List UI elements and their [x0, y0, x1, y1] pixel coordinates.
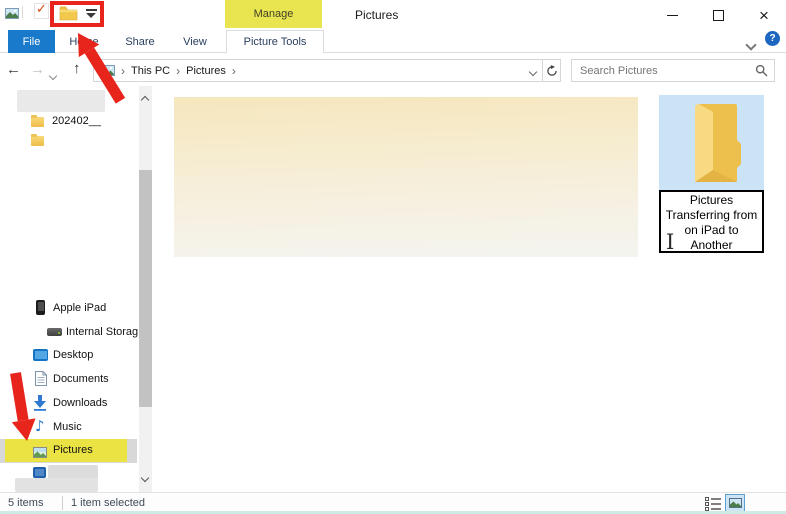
- search-box[interactable]: [571, 59, 775, 82]
- sidebar-item-downloads[interactable]: Downloads: [0, 392, 155, 416]
- folder-name-line: Pictures: [661, 193, 762, 208]
- redacted-region: [15, 478, 98, 492]
- tablet-icon: [36, 300, 45, 315]
- scroll-down-icon[interactable]: [142, 468, 148, 486]
- redacted-region: [17, 90, 105, 112]
- maximize-button[interactable]: [702, 0, 734, 30]
- scroll-up-icon[interactable]: [142, 90, 148, 108]
- folder-item-tile[interactable]: [659, 95, 764, 190]
- sidebar-item-label: Apple iPad: [53, 302, 106, 314]
- large-folder-icon: [683, 100, 741, 191]
- folder-icon: [31, 117, 44, 127]
- close-button[interactable]: ×: [748, 0, 780, 30]
- sidebar-item-music[interactable]: ♪ Music: [0, 416, 155, 440]
- selection-status: 1 item selected: [71, 497, 145, 509]
- search-icon: [755, 64, 768, 77]
- up-button[interactable]: ↑: [73, 60, 81, 77]
- help-icon: ?: [769, 33, 775, 44]
- breadcrumb-this-pc[interactable]: This PC: [131, 65, 170, 77]
- tab-home[interactable]: Home: [62, 30, 106, 53]
- scrollbar-thumb[interactable]: [139, 170, 152, 407]
- sidebar-item-label: Pictures: [53, 444, 93, 456]
- sidebar-item-pictures[interactable]: Pictures: [0, 439, 137, 463]
- back-button[interactable]: ←: [6, 61, 21, 78]
- check-glyph: ✓: [36, 2, 47, 17]
- redacted-region: [13, 140, 137, 287]
- close-icon: ×: [759, 7, 769, 24]
- desktop-icon: [33, 349, 48, 361]
- download-icon: [33, 395, 47, 416]
- sidebar-item-label: Desktop: [53, 349, 93, 361]
- sidebar-item-label: Downloads: [53, 397, 107, 409]
- qat-separator: [22, 6, 23, 18]
- sidebar-item-202402[interactable]: 202402__: [0, 110, 155, 134]
- contextual-group-label: Manage: [225, 0, 322, 28]
- folder-name-line: Transferring from: [661, 208, 762, 223]
- item-count: 5 items: [8, 497, 43, 509]
- search-input[interactable]: [578, 64, 755, 78]
- thumbnail-view-icon: [729, 498, 742, 508]
- tab-file[interactable]: File: [8, 30, 55, 53]
- forward-button[interactable]: →: [30, 61, 45, 78]
- music-note-icon: ♪: [35, 417, 45, 435]
- document-icon: [35, 371, 47, 391]
- sidebar-item-desktop[interactable]: Desktop: [0, 344, 155, 368]
- minimize-icon: [667, 15, 678, 16]
- sidebar-scrollbar[interactable]: [139, 86, 152, 492]
- sidebar-item-apple-ipad[interactable]: Apple iPad: [0, 296, 155, 320]
- status-divider: [62, 496, 63, 510]
- sidebar-item-label: 202402__: [52, 115, 101, 127]
- tab-share[interactable]: Share: [116, 30, 164, 53]
- blurred-image-preview[interactable]: [174, 97, 638, 257]
- thumbnail-view-button[interactable]: [725, 494, 745, 512]
- folder-name-line: on iPad to: [661, 223, 762, 238]
- window-title: Pictures: [355, 8, 398, 22]
- sidebar-item-label: Music: [53, 421, 82, 433]
- refresh-button[interactable]: [542, 59, 561, 82]
- address-dropdown-icon[interactable]: [530, 62, 536, 80]
- folder-name-line: Another: [661, 238, 762, 253]
- minimize-button[interactable]: [656, 0, 688, 30]
- sidebar-item-documents[interactable]: Documents: [0, 368, 155, 392]
- drive-icon: [47, 328, 62, 336]
- maximize-icon: [713, 10, 724, 21]
- sidebar-item-label: Documents: [53, 373, 109, 385]
- ribbon-collapse-icon[interactable]: [747, 36, 755, 54]
- breadcrumb[interactable]: › This PC › Pictures ›: [93, 59, 543, 82]
- tab-picture-tools[interactable]: Picture Tools: [226, 30, 324, 53]
- breadcrumb-separator: ›: [176, 64, 180, 78]
- window-picture-icon[interactable]: [5, 6, 19, 24]
- navigation-pane: 202402__ Apple iPad Internal Storag Desk…: [0, 86, 155, 492]
- breadcrumb-pictures[interactable]: Pictures: [186, 65, 226, 77]
- breadcrumb-separator: ›: [232, 64, 236, 78]
- tab-view[interactable]: View: [172, 30, 218, 53]
- sidebar-item-label: Internal Storag: [66, 326, 138, 338]
- sidebar-item-internal-storage[interactable]: Internal Storag: [0, 320, 155, 344]
- recent-locations-icon[interactable]: [50, 66, 56, 84]
- folder-name-edit-box[interactable]: Pictures Transferring from on iPad to An…: [659, 190, 764, 253]
- annotation-rectangle: [50, 1, 104, 27]
- file-explorer-window: ✓ Manage Pictures × File Home Share View…: [0, 0, 786, 514]
- redacted-region: [48, 465, 98, 479]
- help-button[interactable]: ?: [765, 31, 780, 46]
- ibeam-cursor: I: [666, 230, 674, 254]
- pictures-icon: [33, 445, 47, 463]
- breadcrumb-separator: ›: [121, 64, 125, 78]
- videos-icon: [33, 467, 46, 478]
- location-picture-icon: [100, 65, 115, 76]
- refresh-icon: [546, 65, 558, 77]
- qat-check-icon[interactable]: ✓: [34, 3, 49, 19]
